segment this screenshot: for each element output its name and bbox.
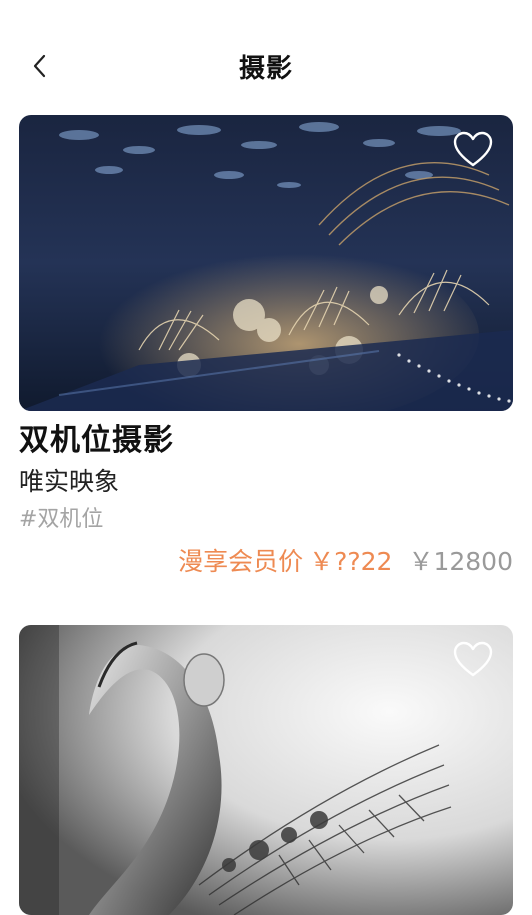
page-title: 摄影 <box>238 54 293 84</box>
price-row: 漫享会员价 ￥??22 ￥12800 <box>19 545 513 579</box>
heart-outline-icon <box>453 641 493 677</box>
wedding-stage-photo <box>19 115 513 411</box>
original-price: ￥12800 <box>408 547 513 576</box>
crystal-swan-photo <box>19 625 513 915</box>
studio-name: 唯实映象 <box>19 467 120 496</box>
favorite-button[interactable] <box>453 641 493 679</box>
product-title[interactable]: 双机位摄影 <box>19 421 513 461</box>
product-card[interactable]: 双机位摄影 唯实映象 #双机位 漫享会员价 ￥??22 ￥12800 <box>19 115 513 579</box>
product-card[interactable] <box>19 625 513 915</box>
member-price: ￥??22 <box>309 547 393 576</box>
product-image[interactable] <box>19 625 513 915</box>
member-price-label: 漫享会员价 <box>178 547 304 576</box>
heart-outline-icon <box>453 131 493 167</box>
top-nav-bar: 摄影 <box>0 0 532 120</box>
product-tag: #双机位 <box>19 507 104 532</box>
favorite-button[interactable] <box>453 131 493 169</box>
product-image[interactable] <box>19 115 513 411</box>
